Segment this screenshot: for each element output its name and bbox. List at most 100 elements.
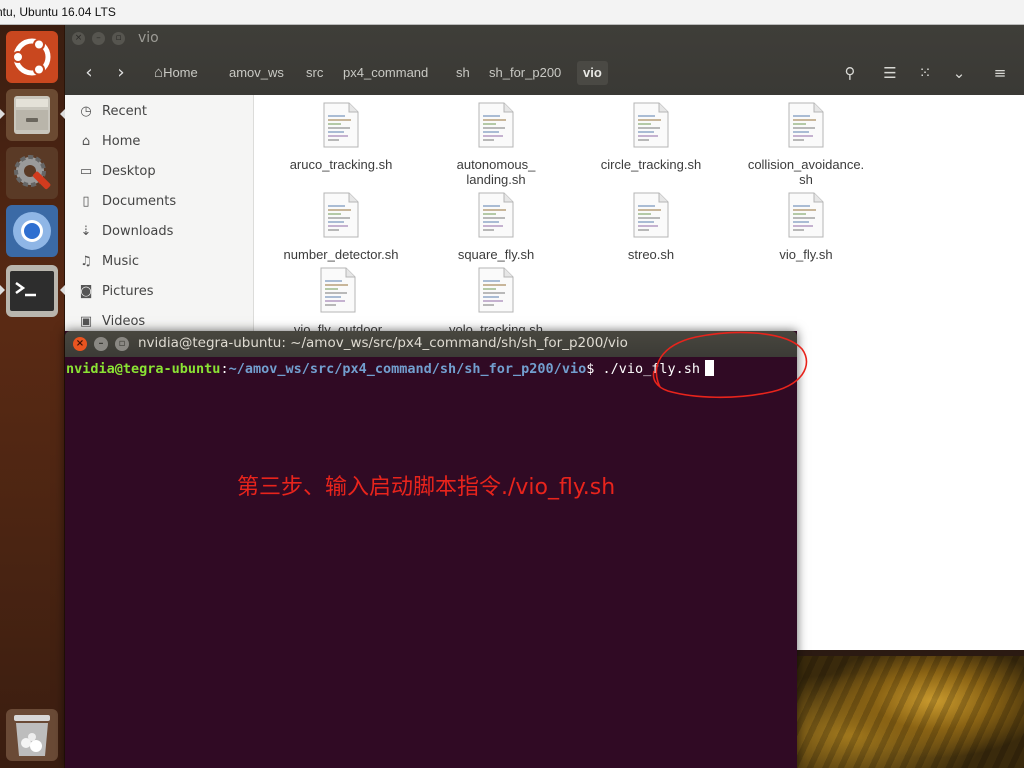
ubuntu-logo-icon: [6, 31, 58, 83]
back-button[interactable]: ‹: [76, 62, 102, 84]
shell-script-file-icon: [633, 102, 669, 148]
file-name: vio_fly.sh: [779, 247, 833, 262]
settings-gear-icon: [6, 147, 58, 199]
search-button[interactable]: ⚲: [839, 62, 861, 84]
sidebar-item-label: Recent: [102, 104, 147, 119]
search-icon: ⚲: [844, 64, 856, 82]
breadcrumb-sh[interactable]: sh: [450, 61, 476, 85]
sidebar-item-label: Pictures: [102, 284, 154, 299]
sidebar-item-recent[interactable]: ◷ Recent: [65, 97, 253, 127]
file-item-square-fly[interactable]: square_fly.sh: [421, 192, 571, 262]
trash-icon: [6, 709, 58, 761]
forward-button[interactable]: ›: [108, 62, 134, 84]
terminal-body[interactable]: nvidia@tegra-ubuntu:~/amov_ws/src/px4_co…: [65, 357, 797, 768]
home-icon: ⌂: [81, 134, 91, 149]
chevron-right-icon: ›: [117, 62, 125, 83]
launcher-dash-button[interactable]: [6, 31, 58, 83]
file-item-vio-fly-outdoor[interactable]: vio_fly_outdoor: [263, 267, 413, 337]
hamburger-menu-icon: ≡: [993, 64, 1007, 82]
breadcrumb-vio[interactable]: vio: [577, 61, 608, 85]
fm-close-button[interactable]: ×: [72, 32, 85, 45]
document-icon: ▯: [82, 194, 90, 209]
launcher-terminal-button[interactable]: [0, 265, 65, 317]
sidebar-item-documents[interactable]: ▯ Documents: [65, 187, 253, 217]
list-view-button[interactable]: ☰: [879, 62, 901, 84]
breadcrumb-sh-for-p200[interactable]: sh_for_p200: [483, 61, 567, 85]
instruction-annotation: 第三步、输入启动脚本指令./vio_fly.sh: [237, 475, 616, 500]
shell-script-file-icon: [323, 102, 359, 148]
chromium-browser-icon: [6, 205, 58, 257]
maximize-icon: ▫: [118, 338, 126, 349]
file-item-collision-avoidance[interactable]: collision_avoidance. sh: [731, 102, 881, 187]
grid-view-button[interactable]: ⁙: [914, 62, 936, 84]
sidebar-item-label: Desktop: [102, 164, 156, 179]
shell-script-file-icon: [320, 267, 356, 313]
desktop-icon: ▭: [79, 164, 93, 179]
file-item-autonomous-landing[interactable]: autonomous_ landing.sh: [421, 102, 571, 187]
launcher-files-button[interactable]: [0, 89, 65, 141]
breadcrumb-px4-command[interactable]: px4_command: [337, 61, 434, 85]
file-name: autonomous_: [456, 157, 536, 172]
sidebar-item-label: Downloads: [102, 224, 174, 239]
chevron-down-icon: ⌄: [952, 64, 966, 82]
shell-script-file-icon: [478, 102, 514, 148]
file-name: aruco_tracking.sh: [289, 157, 393, 172]
shell-script-file-icon: [788, 102, 824, 148]
shell-script-file-icon: [788, 192, 824, 238]
chevron-left-icon: ‹: [85, 62, 93, 83]
terminal-maximize-button[interactable]: ▫: [115, 337, 129, 351]
launcher-settings-button[interactable]: [6, 147, 58, 199]
sidebar-item-label: Documents: [102, 194, 177, 209]
terminal-titlebar[interactable]: × – ▫ nvidia@tegra-ubuntu: ~/amov_ws/src…: [65, 331, 797, 357]
file-name: square_fly.sh: [457, 247, 535, 262]
file-item-vio-fly[interactable]: vio_fly.sh: [731, 192, 881, 262]
terminal-title: nvidia@tegra-ubuntu: ~/amov_ws/src/px4_c…: [138, 335, 628, 351]
download-icon: ⇣: [80, 224, 92, 239]
sidebar-item-downloads[interactable]: ⇣ Downloads: [65, 217, 253, 247]
music-icon: ♫: [80, 254, 92, 269]
shell-script-file-icon: [633, 192, 669, 238]
wallpaper-photo: [797, 656, 1024, 768]
menu-button[interactable]: ≡: [989, 62, 1011, 84]
prompt-path: ~/amov_ws/src/px4_command/sh/sh_for_p200…: [228, 361, 587, 377]
camera-icon: ◙: [79, 284, 93, 299]
home-icon: ⌂: [154, 64, 164, 81]
launcher-chromium-button[interactable]: [6, 205, 58, 257]
prompt-user: nvidia@tegra-ubuntu: [66, 361, 221, 377]
file-name: streo.sh: [627, 247, 675, 262]
close-icon: ×: [75, 338, 85, 349]
sidebar-item-home[interactable]: ⌂ Home: [65, 127, 253, 157]
breadcrumb-src[interactable]: src: [300, 61, 329, 85]
text-cursor: [705, 360, 715, 376]
sidebar-item-label: Music: [102, 254, 139, 269]
file-cabinet-icon: [6, 89, 58, 141]
shell-script-file-icon: [478, 267, 514, 313]
file-name-line2: sh: [799, 172, 813, 187]
file-item-streo[interactable]: streo.sh: [576, 192, 726, 262]
breadcrumb-home[interactable]: ⌂Home: [148, 61, 204, 85]
file-item-number-detector[interactable]: number_detector.sh: [266, 192, 416, 262]
fm-window-title: vio: [138, 30, 159, 46]
terminal-close-button[interactable]: ×: [73, 337, 87, 351]
sidebar-item-label: Home: [102, 134, 141, 149]
list-view-icon: ☰: [883, 64, 897, 82]
sidebar-item-desktop[interactable]: ▭ Desktop: [65, 157, 253, 187]
top-title-text: ntu, Ubuntu 16.04 LTS: [0, 5, 116, 19]
terminal-window[interactable]: × – ▫ nvidia@tegra-ubuntu: ~/amov_ws/src…: [65, 331, 797, 768]
file-item-aruco-tracking[interactable]: aruco_tracking.sh: [266, 102, 416, 172]
terminal-icon: [6, 265, 58, 317]
sidebar-item-music[interactable]: ♫ Music: [65, 247, 253, 277]
breadcrumb-amov-ws[interactable]: amov_ws: [223, 61, 290, 85]
grid-view-icon: ⁙: [918, 64, 932, 82]
file-name: collision_avoidance.: [747, 157, 865, 172]
terminal-prompt-line: nvidia@tegra-ubuntu:~/amov_ws/src/px4_co…: [66, 360, 715, 377]
shell-script-file-icon: [478, 192, 514, 238]
file-item-circle-tracking[interactable]: circle_tracking.sh: [576, 102, 726, 172]
terminal-minimize-button[interactable]: –: [94, 337, 108, 351]
fm-minimize-button[interactable]: –: [92, 32, 105, 45]
launcher-trash-button[interactable]: [6, 709, 58, 761]
view-options-button[interactable]: ⌄: [948, 62, 970, 84]
file-item-yolo-tracking[interactable]: yolo_tracking.sh: [421, 267, 571, 337]
fm-maximize-button[interactable]: ▫: [112, 32, 125, 45]
sidebar-item-pictures[interactable]: ◙ Pictures: [65, 277, 253, 307]
